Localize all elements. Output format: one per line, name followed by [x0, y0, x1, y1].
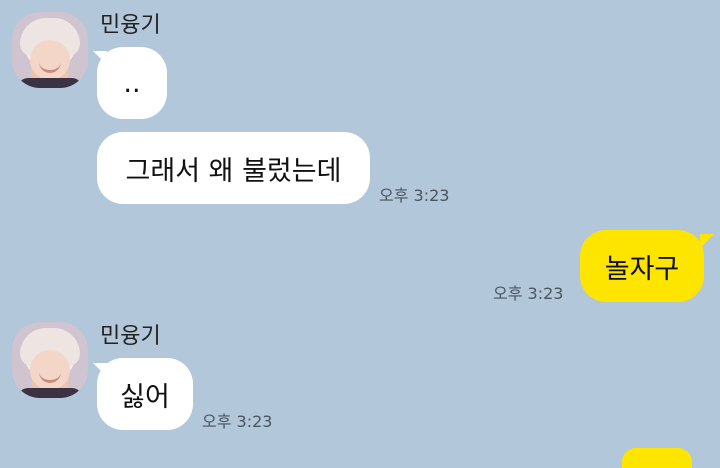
message-time-3: 오후 3:23: [493, 284, 564, 303]
message-bubble-1[interactable]: ..: [97, 47, 167, 119]
outgoing-message-bubble-partial[interactable]: [622, 448, 692, 468]
profile-avatar-1[interactable]: [12, 12, 88, 88]
sender-name-1: 민융기: [100, 13, 161, 38]
message-time-4: 오후 3:23: [202, 412, 273, 431]
profile-avatar-2[interactable]: [12, 322, 88, 398]
outgoing-bubble-tail: [700, 234, 714, 248]
message-time-2: 오후 3:23: [379, 186, 450, 205]
outgoing-message-bubble[interactable]: 놀자구: [580, 230, 704, 302]
sender-name-2: 민융기: [100, 324, 161, 349]
message-bubble-2[interactable]: 그래서 왜 불렀는데: [97, 132, 370, 204]
message-bubble-4[interactable]: 싫어: [97, 358, 193, 430]
